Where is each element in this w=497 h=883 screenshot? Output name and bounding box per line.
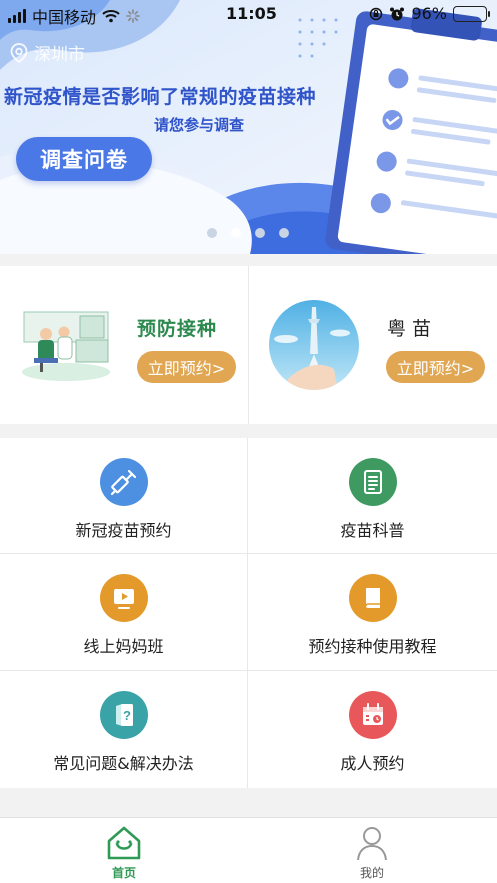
video-play-icon	[99, 574, 148, 622]
battery-percent: 96%	[411, 4, 447, 23]
tab-mine[interactable]: 我的	[248, 818, 496, 883]
service-booking-tutorial[interactable]: 预约接种使用教程	[248, 554, 497, 671]
carousel-indicator	[207, 228, 289, 238]
carrier-name: 中国移动	[32, 8, 97, 27]
loading-spinner-icon	[126, 9, 140, 23]
status-bar: 中国移动 11:05 96%	[0, 0, 497, 28]
service-label: 新冠疫苗预约	[75, 521, 172, 540]
wifi-icon	[102, 10, 120, 23]
location-city: 深圳市	[34, 45, 85, 65]
book-now-button[interactable]: 立即预约>	[137, 351, 236, 383]
service-grid: 新冠疫苗预约 疫苗科普 线上妈妈班 预约接种使用教程 ? 常见问题&解决办法 成…	[0, 438, 497, 788]
carousel-dot[interactable]	[255, 228, 265, 238]
document-icon	[348, 458, 397, 506]
service-vaccine-knowledge[interactable]: 疫苗科普	[248, 438, 497, 554]
book-now-button[interactable]: 立即预约>	[386, 351, 485, 383]
carousel-dot[interactable]	[279, 228, 289, 238]
service-covid-vaccine-booking[interactable]: 新冠疫苗预约	[0, 438, 248, 554]
banner-title: 新冠疫情是否影响了常规的疫苗接种	[4, 86, 317, 108]
service-label: 预约接种使用教程	[308, 637, 437, 656]
cellular-signal-icon	[8, 9, 26, 23]
tab-home[interactable]: 首页	[0, 818, 248, 883]
card-vaccination[interactable]: 预防接种 立即预约>	[0, 266, 248, 424]
book-icon	[348, 574, 397, 622]
service-online-mom-class[interactable]: 线上妈妈班	[0, 554, 248, 671]
card-yuemiao[interactable]: 粤苗 立即预约>	[248, 266, 497, 424]
promo-banner[interactable]: 中国移动 11:05 96% 深圳市 新冠疫情是否影响了常规的疫苗接种 请您参与…	[0, 0, 497, 254]
canton-tower-illustration	[269, 300, 359, 390]
status-bar-left: 中国移动	[8, 4, 140, 28]
card-title: 预防接种	[137, 318, 218, 340]
banner-illustration	[0, 0, 497, 254]
carousel-dot[interactable]	[207, 228, 217, 238]
card-title: 粤苗	[387, 318, 438, 340]
service-label: 疫苗科普	[340, 521, 405, 540]
calendar-icon	[348, 691, 397, 739]
feature-cards: 预防接种 立即预约> 粤苗 立即预约>	[0, 266, 497, 424]
home-icon	[107, 826, 141, 860]
clinic-illustration	[22, 311, 110, 381]
battery-icon	[453, 5, 490, 22]
location-pin-icon	[10, 42, 28, 63]
svg-text:?: ?	[123, 708, 131, 723]
service-faq[interactable]: ? 常见问题&解决办法	[0, 671, 248, 788]
question-book-icon: ?	[99, 691, 148, 739]
bottom-tab-bar: 首页 我的	[0, 817, 497, 883]
service-adult-booking[interactable]: 成人预约	[248, 671, 497, 788]
status-time: 11:05	[226, 4, 277, 23]
tab-label: 我的	[359, 866, 384, 880]
service-label: 成人预约	[340, 754, 405, 773]
alarm-clock-icon	[390, 7, 405, 20]
service-label: 线上妈妈班	[83, 637, 164, 656]
syringe-icon	[99, 458, 148, 506]
user-icon	[357, 827, 387, 861]
carousel-dot-active[interactable]	[231, 228, 241, 238]
location-selector[interactable]: 深圳市	[10, 40, 85, 65]
survey-button[interactable]: 调查问卷	[16, 137, 152, 181]
banner-subtitle: 请您参与调查	[154, 116, 245, 134]
tab-label: 首页	[111, 866, 136, 880]
service-label: 常见问题&解决办法	[53, 754, 194, 773]
orientation-lock-icon	[370, 7, 383, 20]
status-bar-right: 96%	[369, 4, 490, 23]
